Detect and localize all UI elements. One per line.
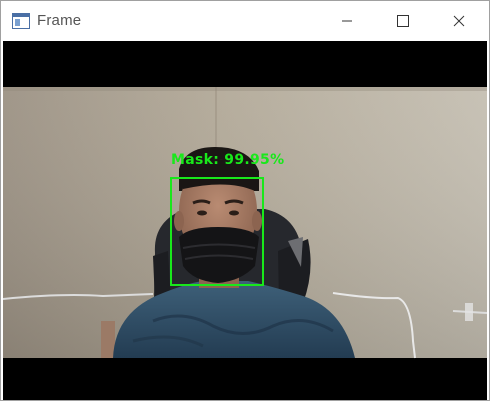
- maximize-button[interactable]: [375, 1, 431, 41]
- window-title: Frame: [37, 12, 82, 29]
- minimize-icon: [342, 20, 352, 22]
- app-frame-icon: [12, 13, 30, 29]
- detection-box: [170, 177, 264, 286]
- maximize-icon: [397, 15, 409, 27]
- close-button[interactable]: [431, 1, 487, 41]
- close-icon: [453, 15, 465, 27]
- detection-label: Mask: 99.95%: [171, 152, 285, 168]
- window: Frame Mask: 99.95%: [0, 0, 490, 401]
- title-bar[interactable]: Frame: [1, 1, 489, 41]
- minimize-button[interactable]: [319, 1, 375, 41]
- video-frame: Mask: 99.95%: [3, 41, 487, 400]
